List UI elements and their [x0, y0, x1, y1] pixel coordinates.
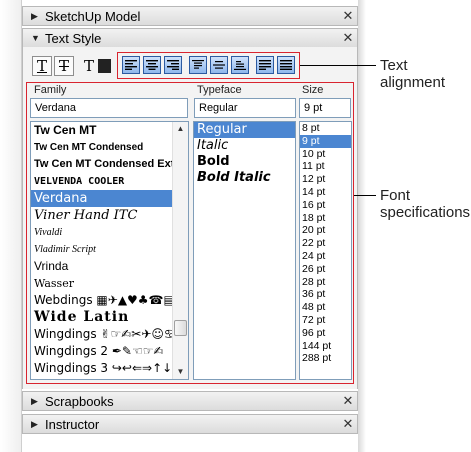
tray-left-edge — [0, 0, 22, 452]
typeface-item-selected[interactable]: Regular — [194, 122, 295, 138]
list-item[interactable]: Vivaldi — [31, 224, 188, 241]
size-item[interactable]: 20 pt — [300, 224, 351, 237]
close-icon[interactable]: ✕ — [339, 8, 357, 24]
list-item[interactable]: Wingdings 2 ✒✎☜☞✍ — [31, 343, 188, 360]
typeface-item[interactable]: Bold Italic — [194, 170, 295, 186]
size-item[interactable]: 96 pt — [300, 327, 351, 340]
underline-style-button[interactable]: T — [32, 56, 52, 76]
size-item[interactable]: 14 pt — [300, 186, 351, 199]
size-item[interactable]: 72 pt — [300, 314, 351, 327]
tray-title: Instructor — [45, 416, 100, 432]
text-alignment-callout-line — [300, 65, 376, 66]
list-item[interactable]: Tw Cen MT — [31, 122, 188, 139]
list-item-selected[interactable]: Verdana — [31, 190, 188, 207]
scroll-thumb[interactable] — [174, 320, 187, 336]
size-item[interactable]: 36 pt — [300, 288, 351, 301]
size-item[interactable]: 8 pt — [300, 122, 351, 135]
typeface-item[interactable]: Bold — [194, 154, 295, 170]
size-item[interactable]: 10 pt — [300, 148, 351, 161]
list-item[interactable]: Viner Hand ITC — [31, 207, 188, 224]
close-icon[interactable]: ✕ — [339, 416, 357, 432]
wingdings-label: Wingdings — [34, 327, 97, 341]
annotation-line: Font — [380, 187, 411, 204]
expand-arrow-icon: ▶ — [31, 395, 38, 406]
size-list[interactable]: 8 pt 9 pt 10 pt 11 pt 12 pt 14 pt 16 pt … — [299, 121, 352, 380]
expand-arrow-icon: ▶ — [31, 10, 38, 21]
size-item[interactable]: 22 pt — [300, 237, 351, 250]
list-item[interactable]: Vladimir Script — [31, 241, 188, 258]
size-item[interactable]: 18 pt — [300, 212, 351, 225]
expand-arrow-icon: ▶ — [31, 418, 38, 429]
tray-header-text-style[interactable]: ▼ Text Style ✕ — [22, 28, 358, 48]
list-item[interactable]: Vrinda — [31, 258, 188, 275]
annotation-line: alignment — [380, 74, 446, 91]
font-family-list[interactable]: Tw Cen MT Tw Cen MT Condensed Tw Cen MT … — [30, 121, 189, 380]
typeface-list[interactable]: Regular Italic Bold Bold Italic — [193, 121, 296, 380]
tray-header-scrapbooks[interactable]: ▶ Scrapbooks ✕ — [22, 391, 358, 411]
size-item[interactable]: 26 pt — [300, 263, 351, 276]
font-specifications-annotation: Font specifications — [380, 187, 470, 221]
text-color-label: T — [83, 57, 94, 75]
webdings-label: Webdings — [34, 293, 93, 307]
size-item-selected[interactable]: 9 pt — [300, 134, 351, 148]
underline-style-label: T — [36, 57, 47, 75]
size-header: Size — [302, 84, 324, 96]
wingdings2-sample-icons: ✒✎☜☞✍ — [111, 344, 164, 358]
size-item[interactable]: 28 pt — [300, 276, 351, 289]
tray-title: Scrapbooks — [45, 393, 114, 409]
list-item[interactable]: Wingdings 3 ↪↩⇐⇒↑↓← — [31, 360, 188, 377]
text-color-button[interactable]: T — [80, 56, 98, 76]
list-item[interactable]: Wingdings ✌☞✍✂✈☺♋ — [31, 326, 188, 343]
list-item[interactable]: Webdings ▦✈▲♥♣☎▤ — [31, 292, 188, 309]
list-item[interactable]: Wasser — [31, 275, 188, 292]
tray-header-instructor[interactable]: ▶ Instructor ✕ — [22, 414, 358, 434]
family-field[interactable]: Verdana — [30, 98, 188, 118]
wingdings3-label: Wingdings 3 — [34, 361, 109, 375]
annotation-line: specifications — [380, 204, 471, 221]
webdings-sample-icons: ▦✈▲♥♣☎▤ — [96, 293, 175, 307]
size-item[interactable]: 16 pt — [300, 199, 351, 212]
typeface-field[interactable]: Regular — [194, 98, 296, 118]
typeface-header: Typeface — [197, 84, 242, 96]
list-item[interactable]: VELVENDA COOLER — [31, 173, 188, 190]
strikethrough-style-button[interactable]: T — [54, 56, 74, 76]
scroll-down-icon[interactable]: ▼ — [173, 365, 188, 379]
close-icon[interactable]: ✕ — [339, 30, 357, 46]
collapse-arrow-icon: ▼ — [31, 33, 40, 43]
tray-header-sketchup-model[interactable]: ▶ SketchUp Model ✕ — [22, 6, 358, 26]
tray-title: Text Style — [45, 30, 102, 46]
font-specifications-callout-line — [354, 195, 376, 196]
typeface-item[interactable]: Italic — [194, 138, 295, 154]
strikethrough-style-label: T — [58, 57, 69, 75]
size-item[interactable]: 48 pt — [300, 301, 351, 314]
wingdings2-label: Wingdings 2 — [34, 344, 109, 358]
annotation-line: Text — [380, 57, 408, 74]
tray-shadow — [358, 0, 366, 452]
size-item[interactable]: 24 pt — [300, 250, 351, 263]
size-field[interactable]: 9 pt — [299, 98, 351, 118]
family-header: Family — [34, 84, 67, 96]
text-alignment-annotation: Text alignment — [380, 57, 445, 91]
size-item[interactable]: 144 pt — [300, 340, 351, 353]
close-icon[interactable]: ✕ — [339, 393, 357, 409]
list-item[interactable]: Tw Cen MT Condensed — [31, 139, 188, 156]
text-color-swatch[interactable] — [98, 59, 111, 73]
list-item[interactable]: Wide Latin — [31, 309, 188, 326]
size-item[interactable]: 288 pt — [300, 352, 351, 365]
list-item[interactable]: Tw Cen MT Condensed Extra Bold — [31, 156, 188, 173]
scroll-up-icon[interactable]: ▲ — [173, 122, 188, 136]
tray-title: SketchUp Model — [45, 8, 141, 24]
size-item[interactable]: 12 pt — [300, 173, 351, 186]
wingdings-sample-icons: ✌☞✍✂✈☺♋ — [100, 327, 175, 341]
family-list-scrollbar[interactable]: ▲ ▼ — [172, 122, 188, 379]
size-item[interactable]: 11 pt — [300, 160, 351, 173]
text-alignment-highlight — [117, 52, 300, 79]
tray-panel: ▶ SketchUp Model ✕ ▼ Text Style ✕ T T T … — [0, 0, 366, 452]
